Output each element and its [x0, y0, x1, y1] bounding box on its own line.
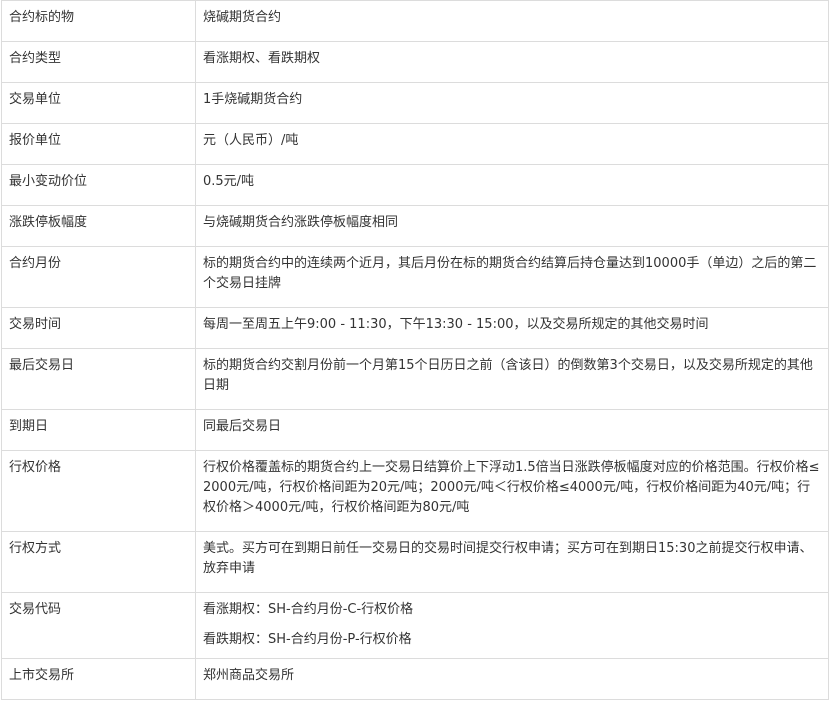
row-label: 合约类型 — [1, 41, 196, 83]
row-value: 行权价格覆盖标的期货合约上一交易日结算价上下浮动1.5倍当日涨跌停板幅度对应的价… — [195, 450, 829, 532]
row-label: 行权价格 — [1, 450, 196, 532]
row-value-text: 同最后交易日 — [203, 419, 282, 434]
row-label: 交易单位 — [1, 82, 196, 124]
row-value: 看涨期权：SH-合约月份-C-行权价格 看跌期权：SH-合约月份-P-行权价格 — [195, 592, 829, 659]
table-row: 行权方式 美式。买方可在到期日前任一交易日的交易时间提交行权申请；买方可在到期日… — [1, 531, 829, 593]
row-label: 最小变动价位 — [1, 164, 196, 206]
row-label: 行权方式 — [1, 531, 196, 593]
put-option-code: 看跌期权：SH-合约月份-P-行权价格 — [203, 632, 412, 647]
table-row: 合约月份 标的期货合约中的连续两个近月，其后月份在标的期货合约结算后持仓量达到1… — [1, 246, 829, 308]
row-value-text: 0.5元/吨 — [203, 174, 255, 189]
table-row: 报价单位 元（人民币）/吨 — [1, 123, 829, 165]
row-value-text: 标的期货合约交割月份前一个月第15个日历日之前（含该日）的倒数第3个交易日，以及… — [203, 358, 813, 393]
row-label: 报价单位 — [1, 123, 196, 165]
table-row: 交易单位 1手烧碱期货合约 — [1, 82, 829, 124]
row-value: 烧碱期货合约 — [195, 0, 829, 42]
row-value-text: 行权价格覆盖标的期货合约上一交易日结算价上下浮动1.5倍当日涨跌停板幅度对应的价… — [203, 460, 820, 515]
call-option-code: 看涨期权：SH-合约月份-C-行权价格 — [203, 602, 414, 617]
row-value: 元（人民币）/吨 — [195, 123, 829, 165]
row-value: 0.5元/吨 — [195, 164, 829, 206]
row-value: 美式。买方可在到期日前任一交易日的交易时间提交行权申请；买方可在到期日15:30… — [195, 531, 829, 593]
row-value-text: 看涨期权、看跌期权 — [203, 51, 321, 66]
table-row: 到期日 同最后交易日 — [1, 409, 829, 451]
row-value-text: 烧碱期货合约 — [203, 10, 282, 25]
row-value-text: 美式。买方可在到期日前任一交易日的交易时间提交行权申请；买方可在到期日15:30… — [203, 541, 813, 576]
table-row: 上市交易所 郑州商品交易所 — [1, 658, 829, 700]
table-row: 最后交易日 标的期货合约交割月份前一个月第15个日历日之前（含该日）的倒数第3个… — [1, 348, 829, 410]
row-value-text: 1手烧碱期货合约 — [203, 92, 303, 107]
row-label: 交易时间 — [1, 307, 196, 349]
row-value-text: 每周一至周五上午9:00 - 11:30，下午13:30 - 15:00，以及交… — [203, 317, 709, 332]
row-label: 合约标的物 — [1, 0, 196, 42]
row-value: 与烧碱期货合约涨跌停板幅度相同 — [195, 205, 829, 247]
row-label: 最后交易日 — [1, 348, 196, 410]
table-row: 合约类型 看涨期权、看跌期权 — [1, 41, 829, 83]
row-label: 到期日 — [1, 409, 196, 451]
row-value: 1手烧碱期货合约 — [195, 82, 829, 124]
table-row: 交易时间 每周一至周五上午9:00 - 11:30，下午13:30 - 15:0… — [1, 307, 829, 349]
row-value: 同最后交易日 — [195, 409, 829, 451]
row-value: 每周一至周五上午9:00 - 11:30，下午13:30 - 15:00，以及交… — [195, 307, 829, 349]
table-row: 交易代码 看涨期权：SH-合约月份-C-行权价格 看跌期权：SH-合约月份-P-… — [1, 592, 829, 659]
contract-spec-table: 合约标的物 烧碱期货合约 合约类型 看涨期权、看跌期权 交易单位 1手烧碱期货合… — [1, 0, 829, 700]
row-value-text: 郑州商品交易所 — [203, 668, 295, 683]
row-value: 标的期货合约交割月份前一个月第15个日历日之前（含该日）的倒数第3个交易日，以及… — [195, 348, 829, 410]
row-value-text: 与烧碱期货合约涨跌停板幅度相同 — [203, 215, 399, 230]
row-label: 上市交易所 — [1, 658, 196, 700]
row-value: 看涨期权、看跌期权 — [195, 41, 829, 83]
row-label: 交易代码 — [1, 592, 196, 659]
row-value: 郑州商品交易所 — [195, 658, 829, 700]
table-row: 行权价格 行权价格覆盖标的期货合约上一交易日结算价上下浮动1.5倍当日涨跌停板幅… — [1, 450, 829, 532]
table-row: 合约标的物 烧碱期货合约 — [1, 0, 829, 42]
row-value: 标的期货合约中的连续两个近月，其后月份在标的期货合约结算后持仓量达到10000手… — [195, 246, 829, 308]
row-label: 合约月份 — [1, 246, 196, 308]
row-value-text: 标的期货合约中的连续两个近月，其后月份在标的期货合约结算后持仓量达到10000手… — [203, 256, 817, 291]
row-value-text: 元（人民币）/吨 — [203, 133, 299, 148]
row-label: 涨跌停板幅度 — [1, 205, 196, 247]
table-row: 最小变动价位 0.5元/吨 — [1, 164, 829, 206]
table-row: 涨跌停板幅度 与烧碱期货合约涨跌停板幅度相同 — [1, 205, 829, 247]
